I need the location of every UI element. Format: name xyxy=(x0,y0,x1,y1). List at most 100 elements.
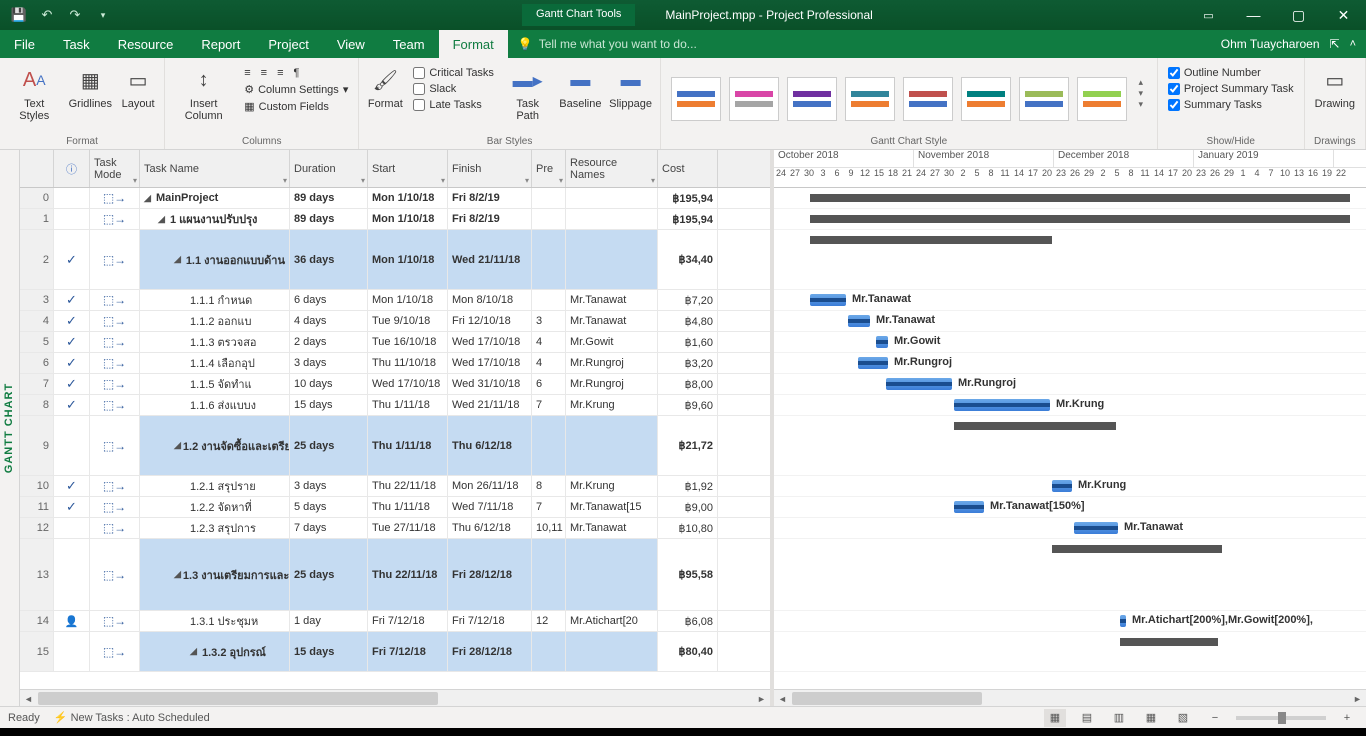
cost-cell[interactable]: ฿1,60 xyxy=(658,332,718,352)
cost-cell[interactable]: ฿7,20 xyxy=(658,290,718,310)
gantt-row[interactable]: Mr.Atichart[200%],Mr.Gowit[200%], xyxy=(774,611,1366,632)
gantt-timescale[interactable]: October 2018November 2018December 2018Ja… xyxy=(774,150,1366,188)
start-cell[interactable]: Thu 1/11/18 xyxy=(368,497,448,517)
resource-cell[interactable] xyxy=(566,416,658,475)
gantt-row[interactable] xyxy=(774,230,1366,290)
gantt-task-bar[interactable]: Mr.Rungroj xyxy=(858,357,888,369)
gantt-summary-bar[interactable] xyxy=(954,422,1116,430)
col-start[interactable]: Start▾ xyxy=(368,150,448,187)
task-row[interactable]: 12⬚→1.2.3 สรุปการ7 daysTue 27/11/18Thu 6… xyxy=(20,518,770,539)
gantt-row[interactable] xyxy=(774,632,1366,672)
row-number[interactable]: 13 xyxy=(20,539,54,610)
task-row[interactable]: 11✓⬚→1.2.2 จัดหาที่5 daysThu 1/11/18Wed … xyxy=(20,497,770,518)
pred-cell[interactable] xyxy=(532,416,566,475)
scroll-thumb[interactable] xyxy=(792,692,982,705)
duration-cell[interactable]: 89 days xyxy=(290,209,368,229)
gantt-row[interactable]: Mr.Tanawat xyxy=(774,518,1366,539)
resource-cell[interactable]: Mr.Krung xyxy=(566,395,658,415)
pred-cell[interactable]: 7 xyxy=(532,497,566,517)
indicator-cell[interactable] xyxy=(54,632,90,671)
finish-cell[interactable]: Wed 7/11/18 xyxy=(448,497,532,517)
finish-cell[interactable]: Fri 8/2/19 xyxy=(448,188,532,208)
gantt-summary-bar[interactable] xyxy=(810,215,1350,223)
gantt-style-gallery[interactable]: ▴▾▾ xyxy=(667,73,1151,125)
row-number[interactable]: 6 xyxy=(20,353,54,373)
task-path-button[interactable]: ▬▸Task Path xyxy=(502,62,553,124)
gantt-row[interactable]: Mr.Tanawat xyxy=(774,290,1366,311)
gantt-task-bar[interactable]: Mr.Tanawat xyxy=(1074,522,1118,534)
finish-cell[interactable]: Wed 21/11/18 xyxy=(448,395,532,415)
cost-cell[interactable]: ฿6,08 xyxy=(658,611,718,631)
gantt-style-2[interactable] xyxy=(729,77,779,121)
finish-cell[interactable]: Wed 31/10/18 xyxy=(448,374,532,394)
finish-cell[interactable]: Fri 28/12/18 xyxy=(448,632,532,671)
task-row[interactable]: 9⬚→◢1.2 งานจัดซื้อและเตรียม25 daysThu 1/… xyxy=(20,416,770,476)
task-row[interactable]: 7✓⬚→1.1.5 จัดทำแ10 daysWed 17/10/18Wed 3… xyxy=(20,374,770,395)
indicator-cell[interactable]: ✓ xyxy=(54,476,90,496)
col-task-name[interactable]: Task Name▾ xyxy=(140,150,290,187)
menu-view[interactable]: View xyxy=(323,30,379,58)
insert-column-button[interactable]: ↕Insert Column xyxy=(171,62,236,124)
view-report-icon[interactable]: ▧ xyxy=(1172,709,1194,727)
duration-cell[interactable]: 25 days xyxy=(290,539,368,610)
gantt-row[interactable] xyxy=(774,416,1366,476)
indicator-cell[interactable]: ✓ xyxy=(54,395,90,415)
menu-project[interactable]: Project xyxy=(254,30,322,58)
duration-cell[interactable]: 3 days xyxy=(290,353,368,373)
cost-cell[interactable]: ฿1,92 xyxy=(658,476,718,496)
pred-cell[interactable]: 10,11 xyxy=(532,518,566,538)
task-mode-cell[interactable]: ⬚→ xyxy=(90,416,140,475)
ribbon-options-icon[interactable]: ▭ xyxy=(1186,0,1231,30)
gantt-task-bar[interactable]: Mr.Tanawat xyxy=(848,315,870,327)
tell-me-search[interactable]: 💡 Tell me what you want to do... xyxy=(518,30,697,58)
project-summary-checkbox[interactable]: Project Summary Task xyxy=(1164,82,1298,96)
task-mode-cell[interactable]: ⬚→ xyxy=(90,209,140,229)
gallery-arrows[interactable]: ▴▾▾ xyxy=(1135,77,1147,101)
column-settings-button[interactable]: ⚙ Column Settings ▾ xyxy=(240,82,352,97)
duration-cell[interactable]: 25 days xyxy=(290,416,368,475)
row-number[interactable]: 10 xyxy=(20,476,54,496)
start-cell[interactable]: Mon 1/10/18 xyxy=(368,230,448,289)
task-mode-cell[interactable]: ⬚→ xyxy=(90,476,140,496)
start-cell[interactable]: Mon 1/10/18 xyxy=(368,290,448,310)
duration-cell[interactable]: 10 days xyxy=(290,374,368,394)
row-number[interactable]: 15 xyxy=(20,632,54,671)
indicator-cell[interactable]: ✓ xyxy=(54,230,90,289)
task-row[interactable]: 10✓⬚→1.2.1 สรุปราย3 daysThu 22/11/18Mon … xyxy=(20,476,770,497)
row-number[interactable]: 1 xyxy=(20,209,54,229)
row-number[interactable]: 4 xyxy=(20,311,54,331)
close-icon[interactable]: ✕ xyxy=(1321,0,1366,30)
menu-resource[interactable]: Resource xyxy=(104,30,188,58)
start-cell[interactable]: Tue 27/11/18 xyxy=(368,518,448,538)
task-mode-cell[interactable]: ⬚→ xyxy=(90,311,140,331)
duration-cell[interactable]: 36 days xyxy=(290,230,368,289)
task-name-cell[interactable]: 1.1.4 เลือกอุป xyxy=(140,353,290,373)
gantt-style-7[interactable] xyxy=(1019,77,1069,121)
gantt-row[interactable]: Mr.Rungroj xyxy=(774,374,1366,395)
start-cell[interactable]: Mon 1/10/18 xyxy=(368,188,448,208)
task-name-cell[interactable]: 1.1.5 จัดทำแ xyxy=(140,374,290,394)
resource-cell[interactable]: Mr.Rungroj xyxy=(566,353,658,373)
gantt-style-1[interactable] xyxy=(671,77,721,121)
gantt-task-bar[interactable]: Mr.Krung xyxy=(1052,480,1072,492)
undo-icon[interactable]: ↶ xyxy=(34,3,60,27)
finish-cell[interactable]: Thu 6/12/18 xyxy=(448,518,532,538)
cost-cell[interactable]: ฿4,80 xyxy=(658,311,718,331)
col-indicators[interactable]: ⓘ xyxy=(54,150,90,187)
gantt-summary-bar[interactable] xyxy=(810,236,1052,244)
finish-cell[interactable]: Mon 8/10/18 xyxy=(448,290,532,310)
start-cell[interactable]: Wed 17/10/18 xyxy=(368,374,448,394)
task-row[interactable]: 2✓⬚→◢1.1 งานออกแบบด้าน36 daysMon 1/10/18… xyxy=(20,230,770,290)
resource-cell[interactable]: Mr.Atichart[20 xyxy=(566,611,658,631)
gantt-task-bar[interactable]: Mr.Atichart[200%],Mr.Gowit[200%], xyxy=(1120,615,1126,627)
save-icon[interactable]: 💾 xyxy=(6,3,32,27)
gantt-row[interactable]: Mr.Krung xyxy=(774,476,1366,497)
task-name-cell[interactable]: 1.1.2 ออกแบ xyxy=(140,311,290,331)
task-name-cell[interactable]: 1.1.6 ส่งแบบง xyxy=(140,395,290,415)
cost-cell[interactable]: ฿3,20 xyxy=(658,353,718,373)
resource-cell[interactable] xyxy=(566,632,658,671)
indicator-cell[interactable]: 👤 xyxy=(54,611,90,631)
row-number[interactable]: 11 xyxy=(20,497,54,517)
task-mode-cell[interactable]: ⬚→ xyxy=(90,188,140,208)
gantt-row[interactable] xyxy=(774,188,1366,209)
